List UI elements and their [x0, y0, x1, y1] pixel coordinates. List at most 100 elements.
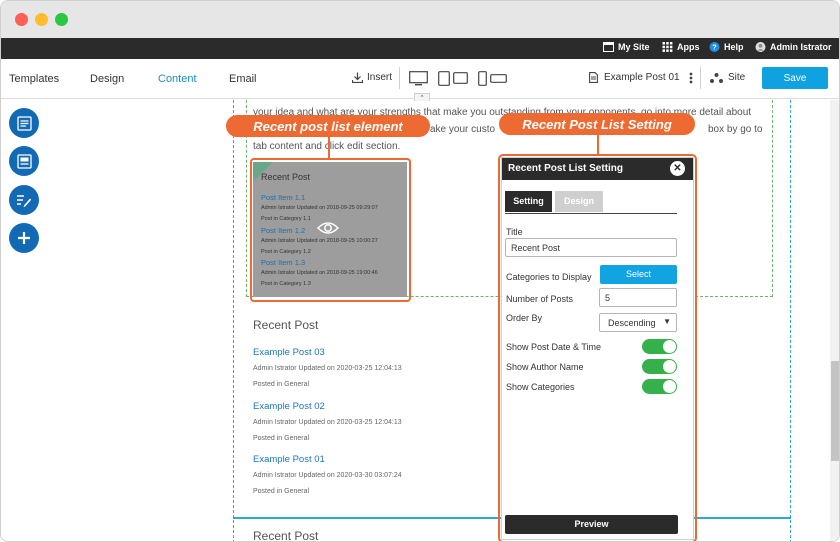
- post-meta: Admin Istrator Updated on 2020-03-25 12:…: [253, 365, 402, 372]
- app-window: My Site Apps ? Help Admin Istrator Templ…: [0, 0, 840, 542]
- insert-button[interactable]: Insert: [352, 72, 392, 83]
- edit-list-icon: [17, 194, 32, 207]
- order-by-label: Order By: [506, 313, 543, 323]
- tablet-landscape-view-icon[interactable]: [453, 72, 468, 84]
- add-icon: [18, 232, 30, 244]
- panel-header: Recent Post List Setting ✕: [502, 158, 693, 180]
- recent-post-list-element[interactable]: Recent Post Post Item 1.1 Admin Istrator…: [253, 162, 407, 297]
- toggle-label: Show Post Date & Time: [506, 342, 602, 352]
- element-post-category: Post in Category 1.2: [261, 249, 311, 255]
- element-post-link: Post Item 1.2: [261, 226, 306, 235]
- divider: [399, 67, 400, 89]
- number-of-posts-label: Number of Posts: [506, 294, 574, 304]
- sidebar-pages-button[interactable]: [9, 108, 39, 138]
- download-icon: [352, 72, 363, 83]
- toggle-knob: [663, 340, 676, 353]
- post-category: Posted in General: [253, 381, 310, 388]
- divider: [700, 67, 701, 89]
- site-menu[interactable]: Site: [710, 72, 745, 83]
- site-label: Site: [728, 72, 746, 83]
- post-meta: Admin Istrator Updated on 2020-03-25 12:…: [253, 419, 402, 426]
- sidebar-edit-button[interactable]: [9, 185, 39, 215]
- element-callout: Recent post list element: [226, 115, 430, 137]
- callout-connector: [597, 134, 599, 156]
- setting-callout: Recent Post List Setting: [499, 113, 695, 135]
- close-icon[interactable]: ✕: [670, 161, 685, 176]
- panel-tab-setting[interactable]: Setting: [505, 191, 552, 212]
- toggle-label: Show Author Name: [506, 362, 584, 372]
- element-title: Recent Post: [261, 172, 311, 182]
- order-by-select[interactable]: Descending ▼: [599, 313, 677, 332]
- user-menu[interactable]: Admin Istrator: [755, 42, 832, 52]
- toggle-label: Show Categories: [506, 382, 575, 392]
- chevron-down-icon: ▼: [663, 317, 671, 326]
- save-button[interactable]: Save: [762, 67, 828, 89]
- preview-button[interactable]: Preview: [505, 515, 678, 534]
- post-category: Posted in General: [253, 435, 310, 442]
- recent-post-list-setting-panel: Recent Post List Setting ✕ Setting Desig…: [501, 157, 694, 540]
- tablet-view-icon[interactable]: [438, 71, 450, 86]
- desktop-view-icon[interactable]: [409, 71, 428, 86]
- post-meta: Admin Istrator Updated on 2020-03-30 03:…: [253, 472, 402, 479]
- more-options-icon[interactable]: [689, 72, 693, 84]
- mobile-view-icon[interactable]: [478, 71, 487, 86]
- grid-icon: [662, 42, 673, 52]
- admin-topbar: My Site Apps ? Help Admin Istrator: [1, 38, 839, 59]
- my-site-link[interactable]: My Site: [603, 42, 650, 52]
- eye-icon[interactable]: [317, 221, 339, 235]
- paragraph-fragment: box by go to: [708, 124, 763, 135]
- browser-icon: [603, 42, 614, 52]
- post-link[interactable]: Example Post 03: [253, 347, 325, 358]
- post-link[interactable]: Example Post 02: [253, 401, 325, 412]
- svg-text:?: ?: [712, 43, 717, 52]
- post-category: Posted in General: [253, 488, 310, 495]
- tab-content[interactable]: Content: [158, 73, 197, 85]
- element-post-link: Post Item 1.3: [261, 258, 306, 267]
- sitemap-icon: [710, 72, 723, 83]
- recent-post-heading: Recent Post: [253, 529, 319, 542]
- sidebar-add-button[interactable]: [9, 223, 39, 253]
- vertical-scrollbar[interactable]: [830, 100, 839, 541]
- element-post-meta: Admin Istrator Updated on 2018-09-25 10:…: [261, 238, 378, 244]
- toggle-knob: [663, 380, 676, 393]
- pages-icon: [16, 115, 32, 131]
- page-selector[interactable]: Example Post 01: [589, 72, 680, 83]
- toggle-knob: [663, 360, 676, 373]
- avatar-icon: [755, 42, 766, 52]
- sidebar-layout-button[interactable]: [9, 146, 39, 176]
- element-post-meta: Admin Istrator Updated on 2018-09-25 19:…: [261, 270, 378, 276]
- panel-title: Recent Post List Setting: [508, 163, 624, 174]
- recent-post-heading: Recent Post: [253, 318, 319, 332]
- scrollbar-thumb[interactable]: [831, 361, 839, 461]
- title-label: Title: [506, 227, 523, 237]
- help-icon: ?: [709, 42, 720, 52]
- show-date-toggle[interactable]: [642, 339, 677, 354]
- order-by-value: Descending: [608, 318, 656, 328]
- mobile-landscape-view-icon[interactable]: [490, 74, 507, 83]
- page-name: Example Post 01: [604, 72, 680, 83]
- paragraph-line: tab content and click edit section.: [253, 141, 401, 152]
- maximize-window-button[interactable]: [55, 13, 68, 26]
- panel-tab-design[interactable]: Design: [555, 191, 603, 212]
- paragraph-fragment: ake your custo: [430, 124, 496, 135]
- number-of-posts-input[interactable]: 5: [599, 288, 677, 307]
- help-label: Help: [724, 42, 744, 52]
- title-input[interactable]: Recent Post: [505, 238, 677, 257]
- element-post-category: Post in Category 1.1: [261, 216, 311, 222]
- element-post-link: Post Item 1.1: [261, 193, 306, 202]
- tab-design[interactable]: Design: [90, 73, 124, 85]
- panel-tab-underline: [505, 213, 677, 214]
- post-link[interactable]: Example Post 01: [253, 454, 325, 465]
- show-categories-toggle[interactable]: [642, 379, 677, 394]
- select-categories-button[interactable]: Select: [600, 265, 677, 284]
- close-window-button[interactable]: [15, 13, 28, 26]
- minimize-window-button[interactable]: [35, 13, 48, 26]
- insert-label: Insert: [367, 72, 393, 83]
- element-post-category: Post in Category 1.3: [261, 281, 311, 287]
- help-link[interactable]: ? Help: [709, 42, 744, 52]
- apps-link[interactable]: Apps: [662, 42, 700, 52]
- layout-icon: [16, 153, 32, 169]
- tab-email[interactable]: Email: [229, 73, 257, 85]
- tab-templates[interactable]: Templates: [9, 73, 59, 85]
- show-author-toggle[interactable]: [642, 359, 677, 374]
